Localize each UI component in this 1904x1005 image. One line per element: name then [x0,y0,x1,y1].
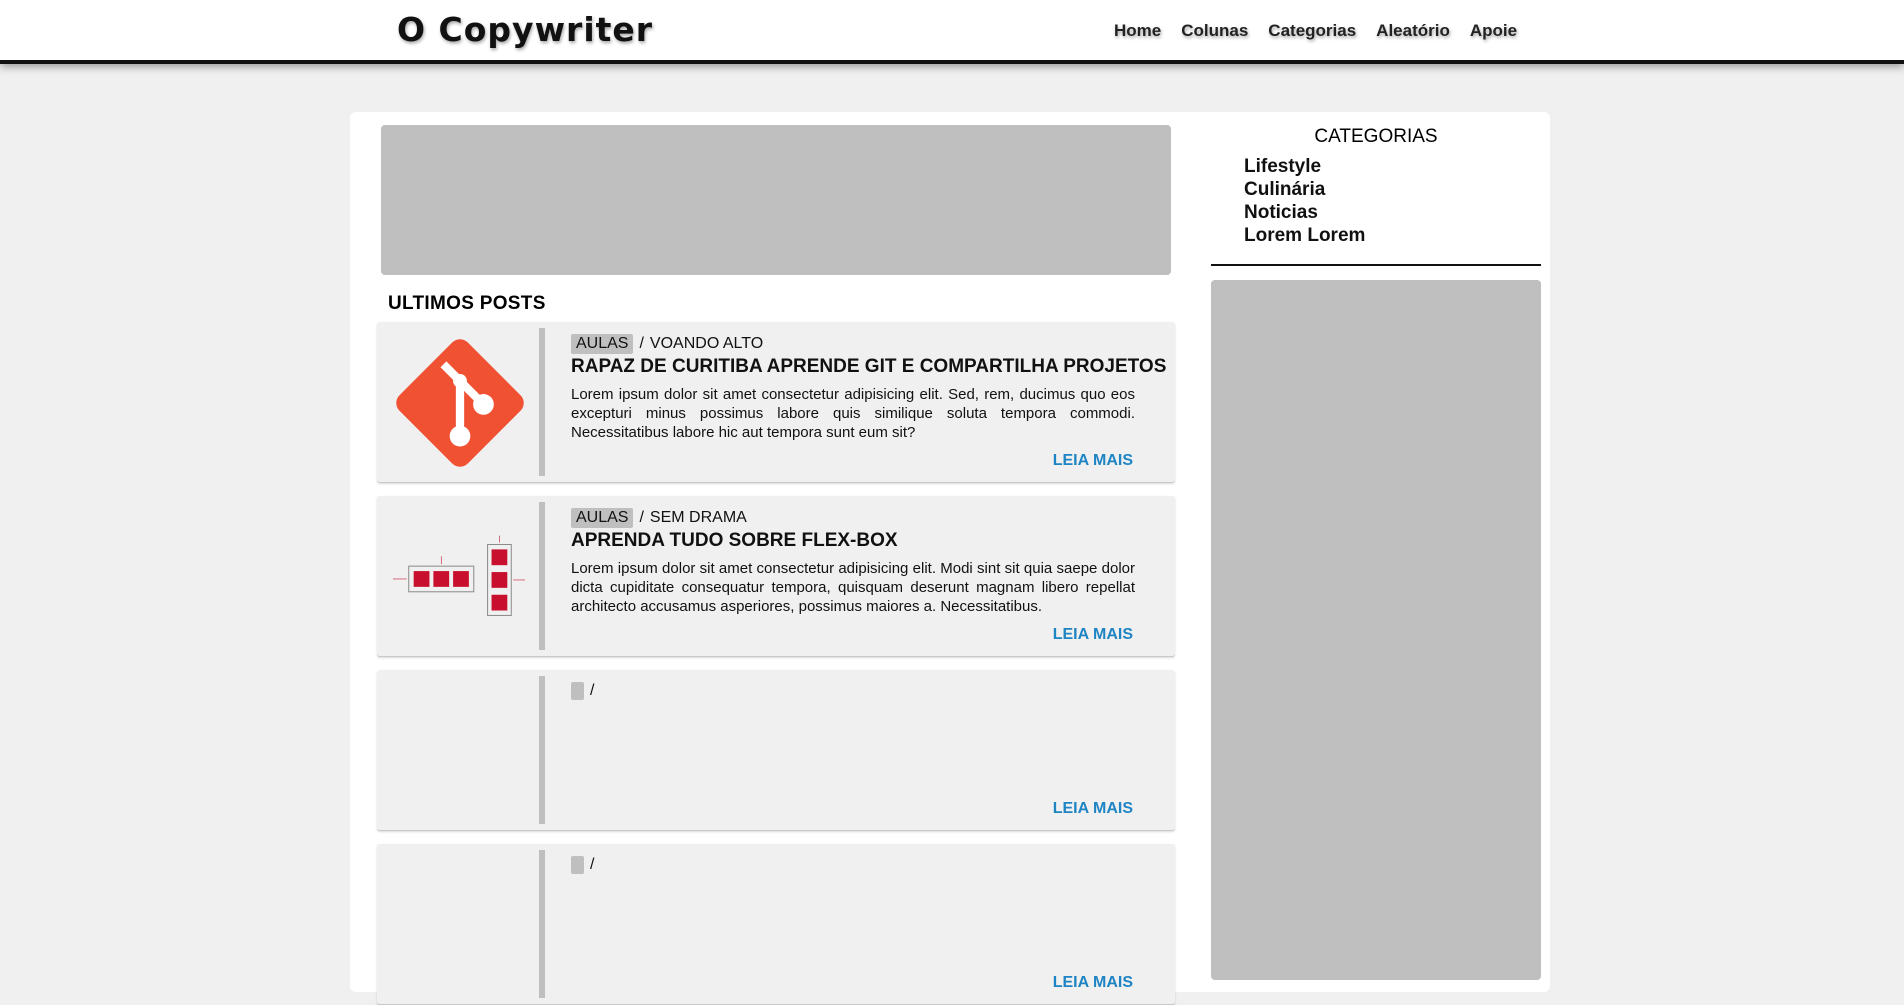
post-meta: / [571,682,600,700]
post-tag[interactable] [571,682,584,700]
post-thumbnail[interactable] [391,852,529,997]
post-title[interactable]: APRENDA TUDO SOBRE FLEX-BOX [571,530,898,552]
post-card: / LEIA MAIS [377,844,1175,1005]
post-excerpt: Lorem ipsum dolor sit amet consectetur a… [571,386,1135,441]
read-more-link[interactable]: LEIA MAIS [1053,626,1133,644]
post-card: AULAS / SEM DRAMA APRENDA TUDO SOBRE FLE… [377,496,1175,657]
flexbox-diagram-icon [392,535,526,616]
nav-apoie[interactable]: Apoie [1470,21,1517,41]
post-thumbnail[interactable] [391,504,529,649]
top-navbar: O Copywriter Home Colunas Categorias Ale… [0,0,1904,64]
post-author: SEM DRAMA [649,509,747,526]
read-more-link[interactable]: LEIA MAIS [1053,452,1133,470]
read-more-link[interactable]: LEIA MAIS [1053,800,1133,818]
git-logo-icon [396,338,524,467]
post-thumbnail[interactable] [391,330,529,475]
categories-title: CATEGORIAS [1314,126,1438,147]
post-card: / LEIA MAIS [377,670,1175,831]
post-divider [539,676,545,824]
meta-separator: / [639,335,644,352]
site-logo[interactable]: O Copywriter [397,10,653,49]
post-divider [539,328,545,476]
post-title[interactable]: RAPAZ DE CURITIBA APRENDE GIT E COMPARTI… [571,356,1166,378]
sidebar-divider [1211,264,1541,266]
banner-placeholder [381,125,1171,275]
nav-home[interactable]: Home [1114,21,1161,41]
nav-aleatorio[interactable]: Aleatório [1376,21,1450,41]
nav-colunas[interactable]: Colunas [1181,21,1248,41]
post-meta: AULAS / VOANDO ALTO [571,334,763,354]
post-meta: AULAS / SEM DRAMA [571,508,747,528]
post-tag[interactable]: AULAS [571,334,634,354]
meta-separator: / [590,856,595,873]
post-tag[interactable] [571,856,584,874]
post-meta: / [571,856,600,874]
section-title: ULTIMOS POSTS [388,293,546,314]
categories-list: Lifestyle Culinária Noticias Lorem Lorem [1244,155,1365,247]
post-tag[interactable]: AULAS [571,508,634,528]
category-item[interactable]: Culinária [1244,178,1365,201]
post-card: AULAS / VOANDO ALTO RAPAZ DE CURITIBA AP… [377,322,1175,483]
sidebar-ad-placeholder [1211,280,1541,980]
post-thumbnail[interactable] [391,678,529,823]
post-excerpt: Lorem ipsum dolor sit amet consectetur a… [571,560,1135,615]
post-author: VOANDO ALTO [649,335,764,352]
main-nav: Home Colunas Categorias Aleatório Apoie [1114,21,1517,41]
nav-categorias[interactable]: Categorias [1268,21,1356,41]
meta-separator: / [639,509,644,526]
category-item[interactable]: Lorem Lorem [1244,224,1365,247]
meta-separator: / [590,682,595,699]
category-item[interactable]: Lifestyle [1244,155,1365,178]
category-item[interactable]: Noticias [1244,201,1365,224]
read-more-link[interactable]: LEIA MAIS [1053,974,1133,992]
post-divider [539,850,545,998]
post-divider [539,502,545,650]
